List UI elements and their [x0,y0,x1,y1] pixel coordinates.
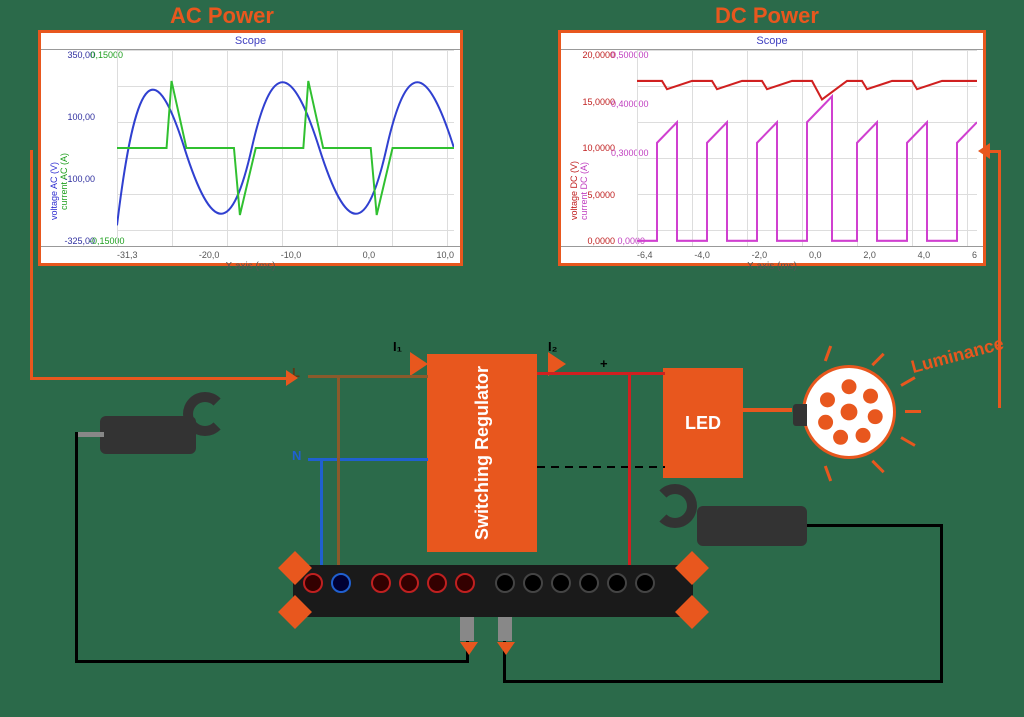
led-block: LED [663,368,743,478]
luminance-ray [900,436,915,447]
daq-input-arrow-icon [497,642,515,655]
clamp-dc-body [697,506,807,546]
dc-y1-label: voltage DC (V) [569,161,579,220]
i1-label: I₁ [393,339,402,354]
luminance-label: Luminance [909,333,1006,378]
leader-ac-arrow-icon [286,370,298,386]
wire-n [308,458,428,461]
daq-port [635,573,655,593]
wire-bulb [742,408,792,412]
wire-dc-minus [537,466,665,468]
led-bulb-icon [802,365,896,459]
ac-y1-label: voltage AC (V) [49,162,59,220]
daq-port [303,573,323,593]
ac-x-ticks: -31,3 -20,0 -10,0 0,0 10,0 [117,250,454,260]
luminance-ray [824,465,832,481]
switching-regulator-label: Switching Regulator [472,366,493,540]
dc-plot-area [637,50,977,246]
led-bulb-chips [805,368,893,456]
daq-port [495,573,515,593]
luminance-ray [824,345,832,361]
clamp-ac-cable-v [75,432,78,662]
ac-power-title: AC Power [170,3,274,29]
wire-l-down [337,375,340,580]
ac-plot-area [117,50,454,246]
wire-l [308,375,428,378]
clamp-dc-cable-h [807,524,942,527]
ac-scope-header: Scope [41,33,460,49]
leader-ac-v [30,150,33,380]
clamp-dc-cable-h2 [503,680,943,683]
dc-power-title: DC Power [715,3,819,29]
luminance-ray [871,353,884,366]
dc-x-ticks: -6,4 -4,0 -2,0 0,0 2,0 4,0 6 [637,250,977,260]
luminance-ray [905,410,921,413]
clamp-dc-cable-v [940,524,943,682]
daq-port [551,573,571,593]
daq-port [399,573,419,593]
leader-ac-h [30,377,290,380]
clamp-ac-body [100,416,196,454]
daq-port [579,573,599,593]
dc-waveforms [637,50,977,246]
clamp-ac-cable [78,432,104,437]
switching-regulator-block: Switching Regulator [427,354,537,552]
i2-label: I₂ [548,339,557,354]
wire-dc-plus [537,372,665,375]
daq-port [607,573,627,593]
luminance-ray [871,460,884,473]
daq-port [427,573,447,593]
wire-dc-plus-tap [628,372,631,582]
ac-scope-plot: voltage AC (V) current AC (A) 350,00 100… [41,49,460,247]
ac-waveforms [117,50,454,246]
daq-connector-icon [460,617,474,641]
clamp-ac-cable-h [75,660,469,663]
line-n-label: N [292,448,301,463]
daq-port [331,573,351,593]
daq-port [455,573,475,593]
arrow-i1-icon [410,352,428,376]
leader-dc-v [998,150,1001,408]
leader-dc-arrow-icon [978,143,990,159]
dc-y1-ticks: 20,0000 15,0000 10,0000 5,0000 0,0000 [581,50,615,246]
dc-scope-header: Scope [561,33,983,49]
dc-scope-panel: Scope voltage DC (V) current DC (A) 20,0… [558,30,986,266]
led-block-label: LED [685,413,721,434]
daq-input-arrow-icon [460,642,478,655]
ac-scope-panel: Scope voltage AC (V) current AC (A) 350,… [38,30,463,266]
daq-device [293,565,693,617]
daq-port [523,573,543,593]
daq-connector-icon [498,617,512,641]
clamp-dc-jaw-icon [653,484,697,528]
plus-label: + [600,356,608,371]
daq-port [371,573,391,593]
dc-scope-plot: voltage DC (V) current DC (A) 20,0000 15… [561,49,983,247]
